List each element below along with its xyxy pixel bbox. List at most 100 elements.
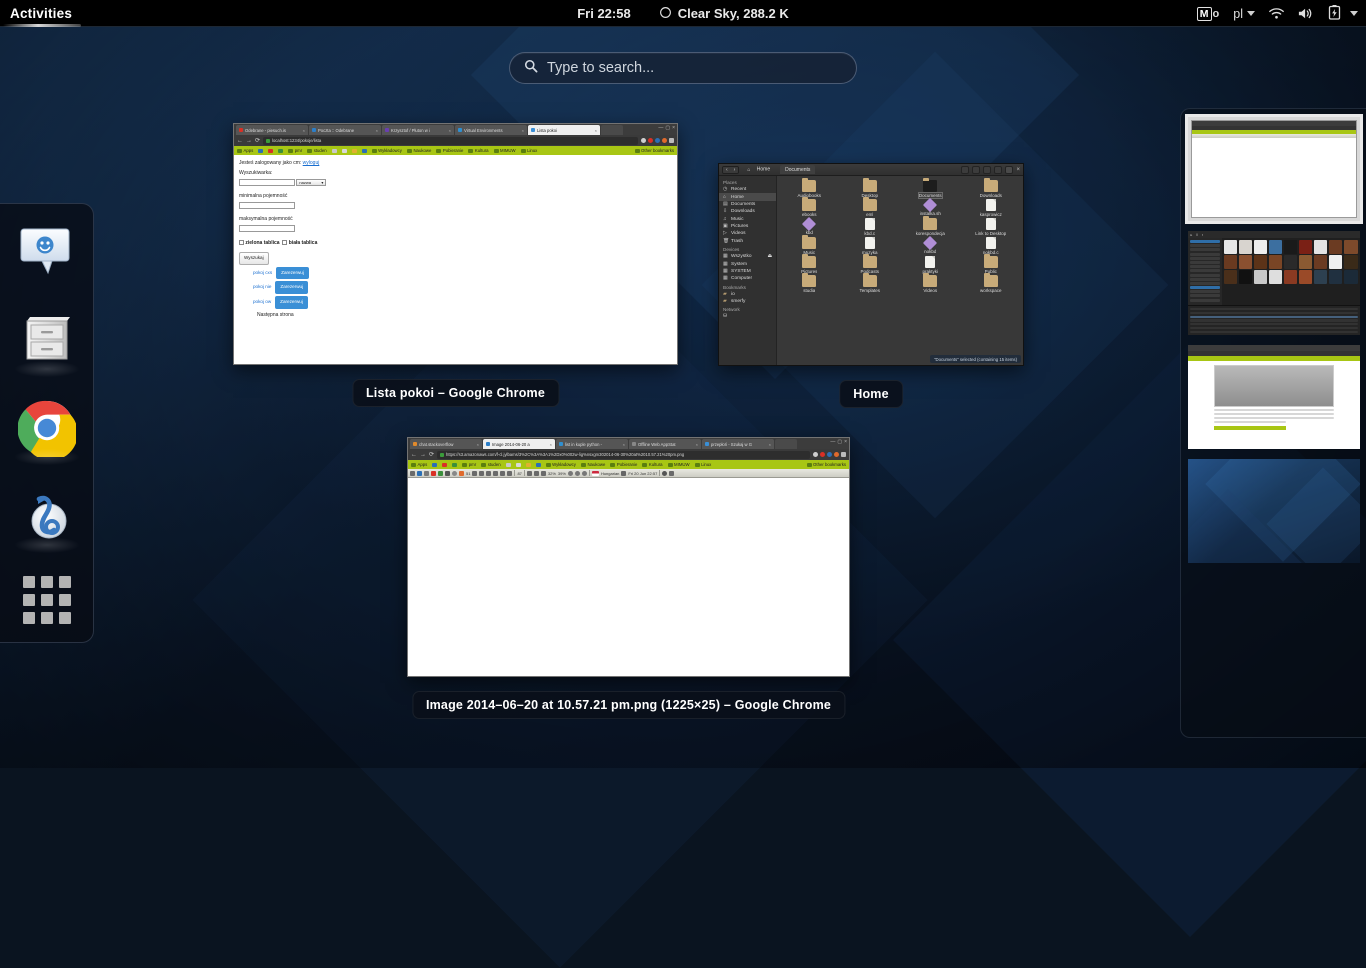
browser-tab[interactable]: Virtual Environments × bbox=[455, 125, 527, 135]
sidebar-item-io[interactable]: ▰io bbox=[719, 291, 776, 298]
toolbar-icon[interactable] bbox=[445, 471, 450, 476]
bookmark-icon-1[interactable] bbox=[258, 149, 263, 153]
toolbar-icon[interactable] bbox=[582, 471, 587, 476]
file-item[interactable]: Desktop bbox=[840, 180, 901, 198]
window-thumbnail-image-png[interactable]: chat.stackoverflow × Image 2014-06-20 a … bbox=[407, 437, 850, 677]
star-icon[interactable] bbox=[813, 452, 818, 457]
reload-icon[interactable]: ⟳ bbox=[255, 138, 260, 144]
file-item[interactable]: Podcasts bbox=[840, 256, 901, 274]
extension-icon[interactable] bbox=[655, 138, 660, 143]
bookmark-linux[interactable]: Linux bbox=[695, 462, 712, 467]
back-icon[interactable]: ← bbox=[237, 138, 243, 144]
bookmark-pobieranie[interactable]: Pobieranie bbox=[436, 148, 463, 153]
nav-buttons[interactable]: ‹› bbox=[722, 166, 739, 174]
browser-tab[interactable]: Krzysztof / Pluton w i × bbox=[382, 125, 454, 135]
browser-tab[interactable]: Poczta :: Odebrane × bbox=[309, 125, 381, 135]
breadcrumb-documents[interactable]: Documents bbox=[780, 165, 815, 174]
bookmark-apps[interactable]: Apps bbox=[237, 148, 253, 153]
search-submit-button[interactable]: Wyszukaj bbox=[239, 252, 269, 265]
close-icon[interactable]: × bbox=[303, 128, 305, 133]
sidebar-item-smerfy[interactable]: ▰smerfy bbox=[719, 298, 776, 305]
file-item[interactable]: instalka.sh bbox=[900, 199, 961, 217]
browser-tab[interactable]: przepłoń - Szukaj w G × bbox=[702, 439, 774, 449]
window-thumbnail-lista-pokoi[interactable]: Odebrane - piesuch.is × Poczta :: Odebra… bbox=[233, 123, 678, 365]
room-link[interactable]: pokoj ow bbox=[253, 298, 271, 307]
toolbar-icon[interactable] bbox=[493, 471, 498, 476]
min-capacity-input[interactable] bbox=[239, 202, 295, 209]
dash-item-files[interactable] bbox=[11, 306, 83, 378]
back-icon[interactable]: ← bbox=[411, 452, 417, 458]
bookmark-icon-6[interactable] bbox=[352, 149, 357, 153]
workspace-thumbnail-2[interactable]: ▸‖▪ bbox=[1188, 231, 1360, 335]
bookmark-icon-3[interactable] bbox=[278, 149, 283, 153]
bookmark-studen[interactable]: studen bbox=[481, 462, 500, 467]
chevron-down-icon[interactable] bbox=[994, 166, 1002, 174]
file-item[interactable]: Downloads bbox=[961, 180, 1022, 198]
dash-item-empathy[interactable] bbox=[11, 218, 83, 290]
sidebar-item-music[interactable]: ♫Music bbox=[719, 216, 776, 223]
file-item[interactable]: nokbd bbox=[900, 237, 961, 255]
search-text-input[interactable] bbox=[239, 179, 295, 186]
toolbar-icon[interactable] bbox=[541, 471, 546, 476]
show-applications-button[interactable] bbox=[11, 570, 83, 630]
toolbar-icon[interactable] bbox=[568, 471, 573, 476]
workspace-thumbnail-1[interactable] bbox=[1188, 117, 1360, 221]
sidebar-item-computer[interactable]: ▦Computer bbox=[719, 275, 776, 282]
grid-view-icon[interactable] bbox=[983, 166, 991, 174]
star-icon[interactable] bbox=[641, 138, 646, 143]
max-capacity-input[interactable] bbox=[239, 225, 295, 232]
file-item[interactable]: muzyka bbox=[840, 237, 901, 255]
bookmark-icon-6[interactable] bbox=[526, 463, 531, 467]
file-item[interactable]: Videos bbox=[900, 275, 961, 293]
menu-icon[interactable] bbox=[669, 471, 674, 476]
file-item[interactable]: Pictures bbox=[779, 256, 840, 274]
file-item[interactable]: studia bbox=[779, 275, 840, 293]
new-tab-button[interactable] bbox=[775, 439, 797, 449]
other-bookmarks[interactable]: Other bookmarks bbox=[635, 148, 674, 153]
sidebar-item-network-browse[interactable]: ⛁ bbox=[719, 313, 776, 320]
sidebar-item-system[interactable]: ▦System bbox=[719, 260, 776, 267]
toolbar-icon[interactable] bbox=[459, 471, 464, 476]
sidebar-item-trash[interactable]: 🗑Trash bbox=[719, 238, 776, 245]
search-icon[interactable] bbox=[662, 471, 667, 476]
bookmark-linux[interactable]: Linux bbox=[521, 148, 538, 153]
bookmark-naukowe[interactable]: Naukowe bbox=[407, 148, 431, 153]
volume-icon[interactable] bbox=[1298, 7, 1314, 20]
toolbar-icon[interactable] bbox=[621, 471, 626, 476]
file-item[interactable]: praktyki bbox=[900, 256, 961, 274]
workspace-thumbnail-4[interactable] bbox=[1188, 459, 1360, 563]
flag-icon[interactable] bbox=[592, 471, 599, 476]
bookmark-wykladowcy[interactable]: Wykładowcy bbox=[546, 462, 576, 467]
forward-icon[interactable]: → bbox=[420, 452, 426, 458]
close-icon[interactable]: × bbox=[477, 442, 479, 447]
bookmark-icon-3[interactable] bbox=[452, 463, 457, 467]
mo-indicator[interactable]: M o bbox=[1197, 7, 1219, 21]
bookmark-studen[interactable]: studen bbox=[307, 148, 326, 153]
reload-icon[interactable]: ⟳ bbox=[429, 452, 434, 458]
white-board-checkbox[interactable] bbox=[282, 240, 287, 245]
bookmark-icon-2[interactable] bbox=[268, 149, 273, 153]
sidebar-item-recent[interactable]: ◷Recent bbox=[719, 186, 776, 193]
close-icon[interactable]: × bbox=[522, 128, 524, 133]
close-icon[interactable]: × bbox=[623, 442, 625, 447]
extension-icon[interactable] bbox=[834, 452, 839, 457]
bookmark-pobieranie[interactable]: Pobieranie bbox=[610, 462, 637, 467]
close-icon[interactable]: × bbox=[595, 128, 597, 133]
keyboard-layout-menu[interactable]: pl bbox=[1233, 7, 1255, 21]
bookmark-icon-7[interactable] bbox=[536, 463, 541, 467]
sidebar-item-downloads[interactable]: ⇩Downloads bbox=[719, 208, 776, 215]
toolbar-icon[interactable] bbox=[479, 471, 484, 476]
browser-tab[interactable]: chat.stackoverflow × bbox=[410, 439, 482, 449]
bookmark-icon-2[interactable] bbox=[442, 463, 447, 467]
sidebar-item-videos[interactable]: ▷Videos bbox=[719, 230, 776, 237]
next-page-link[interactable]: Następna strona bbox=[257, 312, 294, 318]
search-icon[interactable] bbox=[961, 166, 969, 174]
forward-icon[interactable]: → bbox=[246, 138, 252, 144]
gear-icon[interactable] bbox=[1005, 166, 1013, 174]
address-bar[interactable]: https://s3.amazonaws.com/f-cl.jylbams/3%… bbox=[437, 451, 810, 459]
bookmark-wykladowcy[interactable]: Wykładowcy bbox=[372, 148, 402, 153]
extension-icon[interactable] bbox=[648, 138, 653, 143]
toolbar-icon[interactable] bbox=[452, 471, 457, 476]
toolbar-icon[interactable] bbox=[534, 471, 539, 476]
toolbar-icon[interactable] bbox=[486, 471, 491, 476]
